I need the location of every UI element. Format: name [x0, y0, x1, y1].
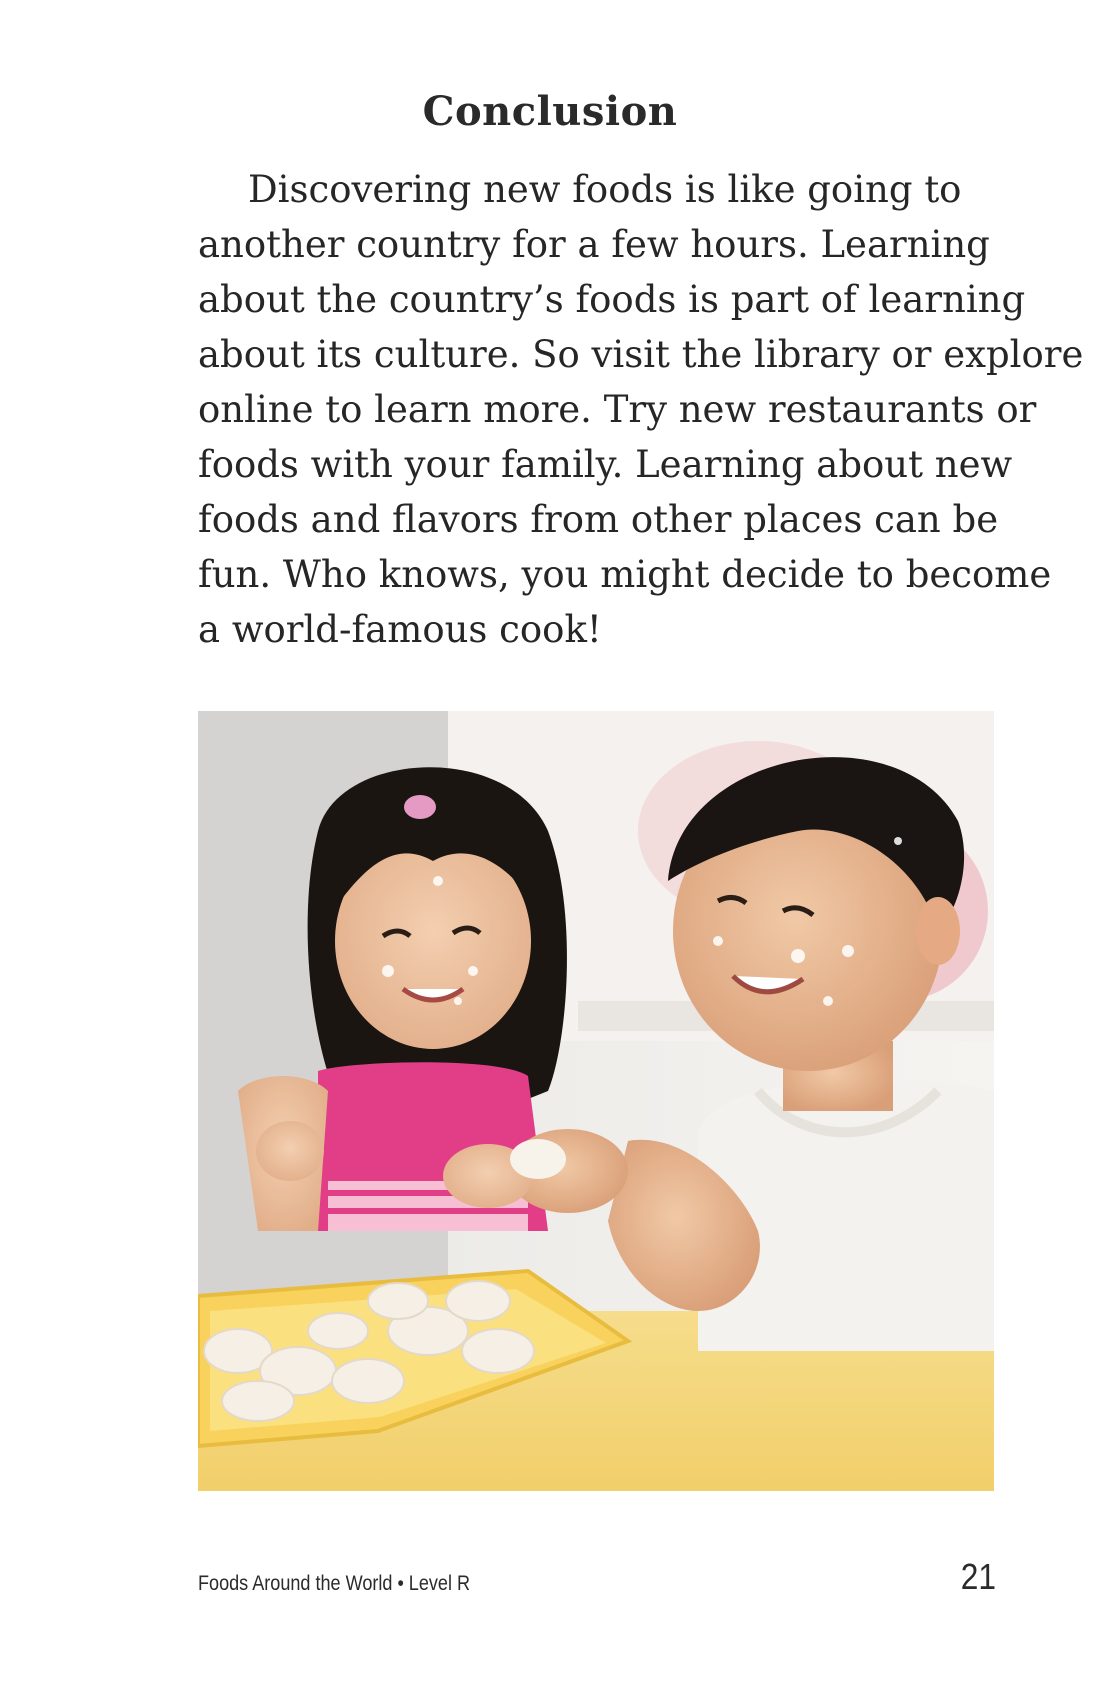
page-number: 21 — [960, 1556, 996, 1597]
section-heading: Conclusion — [422, 88, 678, 135]
paragraph-line: online to learn more. Try new restaurant… — [198, 388, 1037, 431]
paragraph-line: a world-famous cook! — [198, 608, 602, 651]
paragraph-line: foods and flavors from other places can … — [198, 498, 999, 541]
paragraph-line: Discovering new foods is like going to — [248, 168, 962, 211]
book-page: Conclusion Discovering new foods is like… — [0, 0, 1100, 1700]
conclusion-paragraph: Discovering new foods is like going to a… — [198, 162, 1084, 657]
book-title-footer: Foods Around the World • Level R — [198, 1572, 471, 1595]
paragraph-line: foods with your family. Learning about n… — [198, 443, 1013, 486]
children-making-dumplings-photo — [198, 711, 994, 1491]
paragraph-line: about the country’s foods is part of lea… — [198, 278, 1026, 321]
paragraph-line: about its culture. So visit the library … — [198, 333, 1084, 376]
paragraph-line: another country for a few hours. Learnin… — [198, 223, 990, 266]
paragraph-line: fun. Who knows, you might decide to beco… — [198, 553, 1052, 596]
